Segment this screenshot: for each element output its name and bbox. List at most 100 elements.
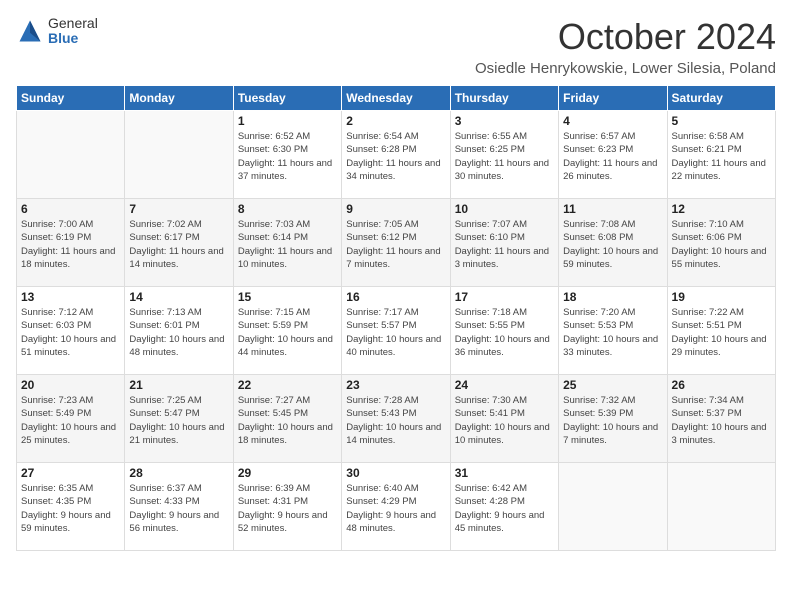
calendar-cell: 1 Sunrise: 6:52 AM Sunset: 6:30 PM Daylig…	[233, 111, 341, 199]
calendar-cell: 12Sunrise: 7:10 AM Sunset: 6:06 PM Dayli…	[667, 199, 775, 287]
day-number: 2	[346, 114, 445, 128]
day-info: Sunrise: 7:07 AM Sunset: 6:10 PM Dayligh…	[455, 218, 554, 271]
month-title: October 2024	[475, 16, 776, 58]
logo: General Blue	[16, 16, 98, 47]
day-number: 29	[238, 466, 337, 480]
day-info: Sunrise: 6:54 AM Sunset: 6:28 PM Dayligh…	[346, 130, 445, 183]
day-info: Sunrise: 6:40 AM Sunset: 4:29 PM Dayligh…	[346, 482, 445, 535]
calendar-cell: 10 Sunrise: 7:07 AM Sunset: 6:10 PM Dayli…	[450, 199, 558, 287]
day-info: Sunrise: 7:08 AM Sunset: 6:08 PM Dayligh…	[563, 218, 662, 271]
day-number: 10	[455, 202, 554, 216]
calendar-cell: 13 Sunrise: 7:12 AM Sunset: 6:03 PM Dayli…	[17, 287, 125, 375]
day-info: Sunrise: 7:03 AM Sunset: 6:14 PM Dayligh…	[238, 218, 337, 271]
day-number: 17	[455, 290, 554, 304]
day-number: 6	[21, 202, 120, 216]
calendar-cell: 14Sunrise: 7:13 AM Sunset: 6:01 PM Dayli…	[125, 287, 233, 375]
calendar-cell: 2 Sunrise: 6:54 AM Sunset: 6:28 PM Daylig…	[342, 111, 450, 199]
day-number: 30	[346, 466, 445, 480]
day-number: 22	[238, 378, 337, 392]
calendar-cell	[125, 111, 233, 199]
calendar-cell: 25 Sunrise: 7:32 AM Sunset: 5:39 PM Dayli…	[559, 375, 667, 463]
calendar-cell: 19 Sunrise: 7:22 AM Sunset: 5:51 PM Dayli…	[667, 287, 775, 375]
day-number: 28	[129, 466, 228, 480]
calendar-cell: 22 Sunrise: 7:27 AM Sunset: 5:45 PM Dayli…	[233, 375, 341, 463]
day-number: 27	[21, 466, 120, 480]
calendar-cell: 23 Sunrise: 7:28 AM Sunset: 5:43 PM Dayli…	[342, 375, 450, 463]
day-info: Sunrise: 6:37 AM Sunset: 4:33 PM Dayligh…	[129, 482, 228, 535]
calendar-cell: 6 Sunrise: 7:00 AM Sunset: 6:19 PM Daylig…	[17, 199, 125, 287]
day-number: 1	[238, 114, 337, 128]
calendar-cell: 27Sunrise: 6:35 AM Sunset: 4:35 PM Dayli…	[17, 463, 125, 551]
day-number: 3	[455, 114, 554, 128]
day-number: 23	[346, 378, 445, 392]
calendar-cell: 16Sunrise: 7:17 AM Sunset: 5:57 PM Dayli…	[342, 287, 450, 375]
day-info: Sunrise: 7:13 AM Sunset: 6:01 PM Dayligh…	[129, 306, 228, 359]
day-info: Sunrise: 7:05 AM Sunset: 6:12 PM Dayligh…	[346, 218, 445, 271]
day-number: 19	[672, 290, 771, 304]
day-info: Sunrise: 6:42 AM Sunset: 4:28 PM Dayligh…	[455, 482, 554, 535]
day-info: Sunrise: 6:58 AM Sunset: 6:21 PM Dayligh…	[672, 130, 771, 183]
calendar-cell	[667, 463, 775, 551]
week-row-5: 27Sunrise: 6:35 AM Sunset: 4:35 PM Dayli…	[17, 463, 776, 551]
day-info: Sunrise: 7:22 AM Sunset: 5:51 PM Dayligh…	[672, 306, 771, 359]
header-saturday: Saturday	[667, 86, 775, 111]
header-tuesday: Tuesday	[233, 86, 341, 111]
week-row-3: 13 Sunrise: 7:12 AM Sunset: 6:03 PM Dayli…	[17, 287, 776, 375]
calendar-cell: 7Sunrise: 7:02 AM Sunset: 6:17 PM Daylig…	[125, 199, 233, 287]
location: Osiedle Henrykowskie, Lower Silesia, Pol…	[475, 60, 776, 77]
day-info: Sunrise: 7:20 AM Sunset: 5:53 PM Dayligh…	[563, 306, 662, 359]
day-number: 26	[672, 378, 771, 392]
day-info: Sunrise: 7:02 AM Sunset: 6:17 PM Dayligh…	[129, 218, 228, 271]
day-info: Sunrise: 6:52 AM Sunset: 6:30 PM Dayligh…	[238, 130, 337, 183]
day-number: 20	[21, 378, 120, 392]
header-thursday: Thursday	[450, 86, 558, 111]
week-row-2: 6 Sunrise: 7:00 AM Sunset: 6:19 PM Daylig…	[17, 199, 776, 287]
calendar-cell: 26 Sunrise: 7:34 AM Sunset: 5:37 PM Dayli…	[667, 375, 775, 463]
day-info: Sunrise: 6:39 AM Sunset: 4:31 PM Dayligh…	[238, 482, 337, 535]
header-sunday: Sunday	[17, 86, 125, 111]
calendar-cell: 5Sunrise: 6:58 AM Sunset: 6:21 PM Daylig…	[667, 111, 775, 199]
day-info: Sunrise: 7:15 AM Sunset: 5:59 PM Dayligh…	[238, 306, 337, 359]
day-number: 18	[563, 290, 662, 304]
calendar-cell: 3 Sunrise: 6:55 AM Sunset: 6:25 PM Daylig…	[450, 111, 558, 199]
calendar-cell: 11Sunrise: 7:08 AM Sunset: 6:08 PM Dayli…	[559, 199, 667, 287]
day-number: 4	[563, 114, 662, 128]
day-info: Sunrise: 6:55 AM Sunset: 6:25 PM Dayligh…	[455, 130, 554, 183]
day-info: Sunrise: 7:32 AM Sunset: 5:39 PM Dayligh…	[563, 394, 662, 447]
day-info: Sunrise: 6:57 AM Sunset: 6:23 PM Dayligh…	[563, 130, 662, 183]
calendar-cell: 15 Sunrise: 7:15 AM Sunset: 5:59 PM Dayli…	[233, 287, 341, 375]
day-info: Sunrise: 7:34 AM Sunset: 5:37 PM Dayligh…	[672, 394, 771, 447]
day-number: 25	[563, 378, 662, 392]
day-info: Sunrise: 7:12 AM Sunset: 6:03 PM Dayligh…	[21, 306, 120, 359]
calendar-cell: 28 Sunrise: 6:37 AM Sunset: 4:33 PM Dayli…	[125, 463, 233, 551]
day-info: Sunrise: 7:28 AM Sunset: 5:43 PM Dayligh…	[346, 394, 445, 447]
day-number: 8	[238, 202, 337, 216]
header-friday: Friday	[559, 86, 667, 111]
day-info: Sunrise: 7:23 AM Sunset: 5:49 PM Dayligh…	[21, 394, 120, 447]
logo-general: General	[48, 16, 98, 31]
day-number: 21	[129, 378, 228, 392]
logo-text: General Blue	[48, 16, 98, 47]
day-number: 16	[346, 290, 445, 304]
logo-blue: Blue	[48, 31, 98, 46]
calendar-cell: 24 Sunrise: 7:30 AM Sunset: 5:41 PM Dayli…	[450, 375, 558, 463]
day-info: Sunrise: 7:30 AM Sunset: 5:41 PM Dayligh…	[455, 394, 554, 447]
day-info: Sunrise: 7:25 AM Sunset: 5:47 PM Dayligh…	[129, 394, 228, 447]
calendar-cell: 29 Sunrise: 6:39 AM Sunset: 4:31 PM Dayli…	[233, 463, 341, 551]
logo-icon	[16, 17, 44, 45]
day-info: Sunrise: 7:18 AM Sunset: 5:55 PM Dayligh…	[455, 306, 554, 359]
day-info: Sunrise: 7:00 AM Sunset: 6:19 PM Dayligh…	[21, 218, 120, 271]
calendar-cell: 9 Sunrise: 7:05 AM Sunset: 6:12 PM Daylig…	[342, 199, 450, 287]
calendar-cell: 20 Sunrise: 7:23 AM Sunset: 5:49 PM Dayli…	[17, 375, 125, 463]
day-number: 12	[672, 202, 771, 216]
day-number: 24	[455, 378, 554, 392]
day-info: Sunrise: 7:27 AM Sunset: 5:45 PM Dayligh…	[238, 394, 337, 447]
day-number: 15	[238, 290, 337, 304]
day-number: 9	[346, 202, 445, 216]
calendar-cell	[559, 463, 667, 551]
day-number: 31	[455, 466, 554, 480]
calendar-cell: 21 Sunrise: 7:25 AM Sunset: 5:47 PM Dayli…	[125, 375, 233, 463]
week-row-1: 1 Sunrise: 6:52 AM Sunset: 6:30 PM Daylig…	[17, 111, 776, 199]
calendar-cell: 8 Sunrise: 7:03 AM Sunset: 6:14 PM Daylig…	[233, 199, 341, 287]
day-number: 13	[21, 290, 120, 304]
